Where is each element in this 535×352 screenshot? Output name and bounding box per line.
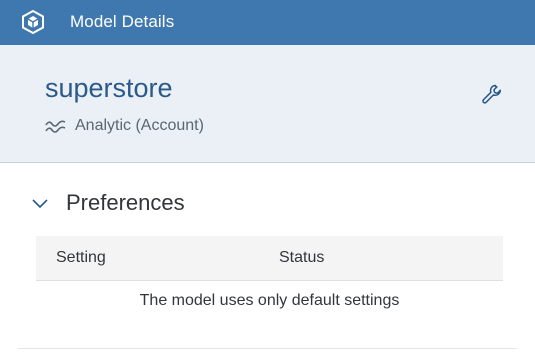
empty-message: The model uses only default settings xyxy=(139,292,400,309)
model-type: Analytic (Account) xyxy=(45,117,204,135)
column-header-setting: Setting xyxy=(56,249,106,266)
model-type-label: Analytic (Account) xyxy=(75,117,204,134)
page-title: Model Details xyxy=(70,12,175,31)
preferences-header[interactable]: Preferences xyxy=(30,190,185,216)
preferences-table: Setting Status The model uses only defau… xyxy=(36,236,503,321)
wave-icon xyxy=(45,120,66,133)
cube-icon xyxy=(22,10,44,34)
divider xyxy=(18,348,517,349)
model-name: superstore xyxy=(45,73,173,103)
table-header: Setting Status xyxy=(36,236,503,281)
wrench-icon[interactable] xyxy=(481,83,503,105)
column-header-status: Status xyxy=(279,249,325,266)
section-title: Preferences xyxy=(66,190,185,215)
chevron-down-icon[interactable] xyxy=(30,196,50,210)
model-header: superstore Analytic (Account) xyxy=(0,45,535,163)
top-bar: Model Details xyxy=(0,0,535,45)
